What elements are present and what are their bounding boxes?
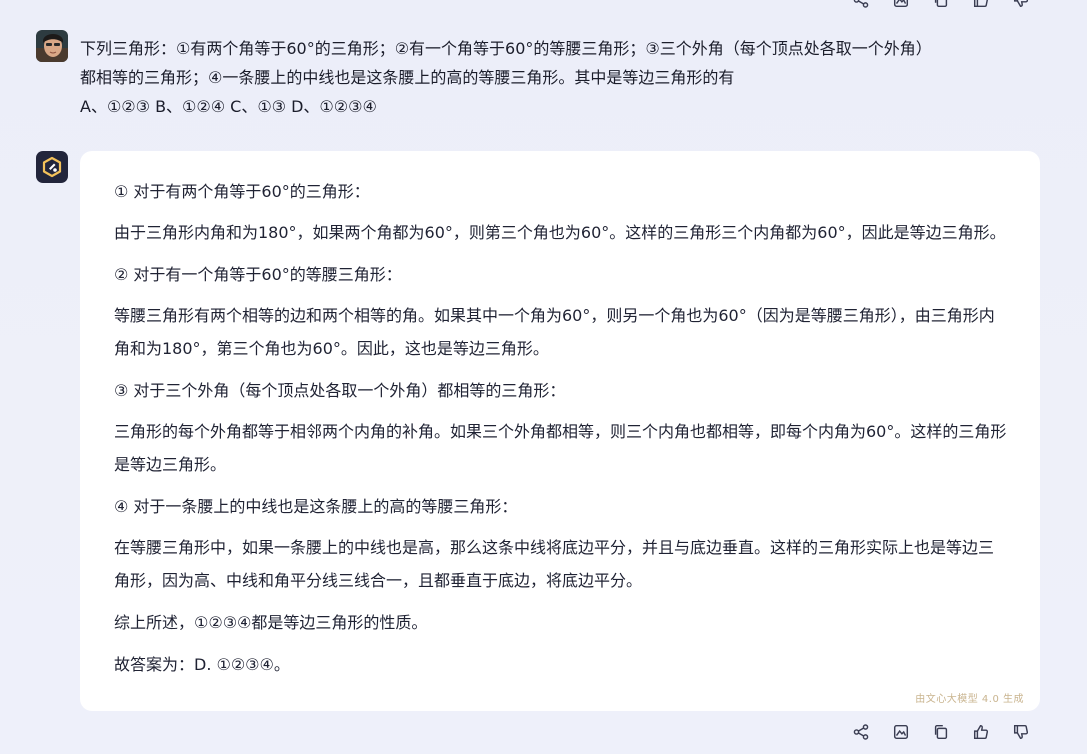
answer-paragraph: 等腰三角形有两个相等的边和两个相等的角。如果其中一个角为60°，则另一个角也为6… <box>114 306 995 358</box>
like-button[interactable] <box>968 0 994 11</box>
answer-section-heading: ③ 对于三个外角（每个顶点处各取一个外角）都相等的三角形： <box>114 381 566 400</box>
question-line: 都相等的三角形；④一条腰上的中线也是这条腰上的高的等腰三角形。其中是等边三角形的… <box>80 68 735 87</box>
answer-section-heading: ① 对于有两个角等于60°的三角形： <box>114 182 370 201</box>
thumbs-up-icon <box>973 724 989 740</box>
previous-message-actions <box>848 0 1034 11</box>
dislike-button[interactable] <box>1008 0 1034 11</box>
thumbs-down-icon <box>1013 724 1029 740</box>
dislike-button[interactable] <box>1008 721 1034 743</box>
copy-button[interactable] <box>928 721 954 743</box>
copy-icon <box>934 724 948 740</box>
answer-paragraph: 由于三角形内角和为180°，如果两个角都为60°，则第三个角也为60°。这样的三… <box>114 223 1006 242</box>
answer-paragraph: 在等腰三角形中，如果一条腰上的中线也是高，那么这条中线将底边平分，并且与底边垂直… <box>114 538 995 590</box>
model-watermark: 由文心大模型 4.0 生成 <box>915 694 1024 705</box>
answer-paragraph: 三角形的每个外角都等于相邻两个内角的补角。如果三个外角都相等，则三个内角也都相等… <box>114 422 1007 474</box>
user-avatar <box>36 30 68 62</box>
message-actions <box>848 721 1034 743</box>
image-button[interactable] <box>888 0 914 11</box>
share-icon <box>853 0 869 8</box>
answer-summary: 综上所述，①②③④都是等边三角形的性质。 <box>114 613 428 632</box>
question-options: A、①②③ B、①②④ C、①③ D、①②③④ <box>80 97 377 116</box>
image-button[interactable] <box>888 721 914 743</box>
bot-logo-icon <box>42 156 62 178</box>
bot-avatar <box>36 151 68 183</box>
share-button[interactable] <box>848 0 874 11</box>
answer-section-heading: ④ 对于一条腰上的中线也是这条腰上的高的等腰三角形： <box>114 497 518 516</box>
answer-card: ① 对于有两个角等于60°的三角形： 由于三角形内角和为180°，如果两个角都为… <box>80 151 1040 711</box>
copy-button[interactable] <box>928 0 954 11</box>
like-button[interactable] <box>968 721 994 743</box>
image-icon <box>893 0 909 8</box>
question-line: 下列三角形：①有两个角等于60°的三角形；②有一个角等于60°的等腰三角形；③三… <box>80 39 932 58</box>
user-question: 下列三角形：①有两个角等于60°的三角形；②有一个角等于60°的等腰三角形；③三… <box>80 34 1040 121</box>
share-icon <box>853 724 869 740</box>
share-button[interactable] <box>848 721 874 743</box>
thumbs-down-icon <box>1013 0 1029 8</box>
copy-icon <box>934 0 948 8</box>
thumbs-up-icon <box>973 0 988 8</box>
answer-final: 故答案为：D. ①②③④。 <box>114 655 290 674</box>
answer-section-heading: ② 对于有一个角等于60°的等腰三角形： <box>114 265 402 284</box>
image-icon <box>893 724 909 740</box>
